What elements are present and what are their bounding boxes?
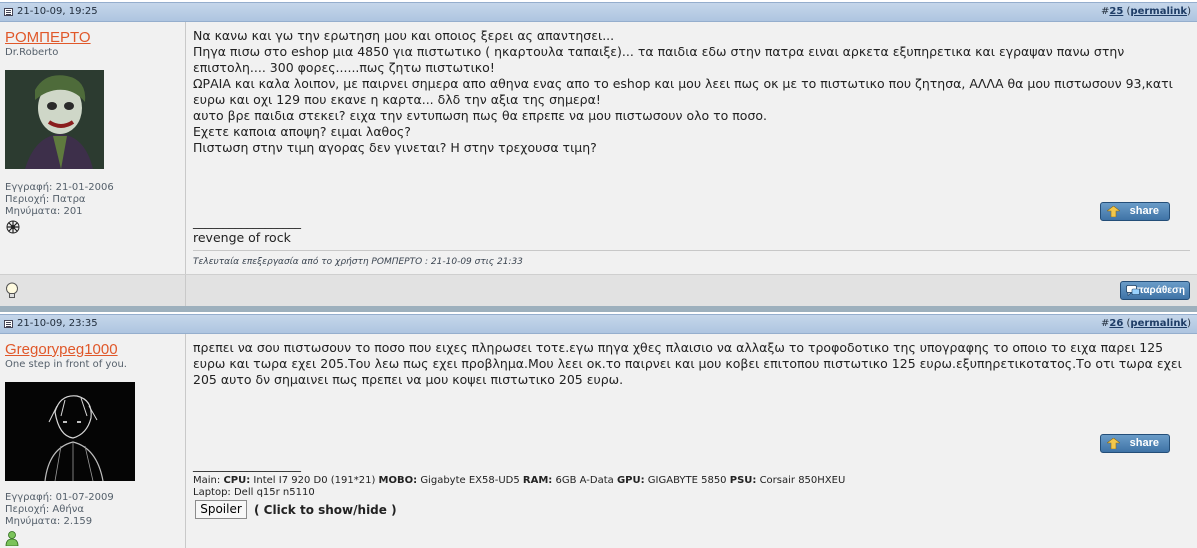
message-line: Πιστωση στην τιμη αγορας δεν γινεται? Η … bbox=[193, 140, 597, 155]
post-icon bbox=[4, 8, 13, 16]
post-number-link[interactable]: #25 (permalink) bbox=[1101, 6, 1191, 17]
signature-text: revenge of rock bbox=[193, 230, 291, 245]
post-header: 21-10-09, 19:25 #25 (permalink) bbox=[0, 2, 1197, 22]
online-status-icon bbox=[5, 531, 19, 546]
edit-divider bbox=[193, 250, 1190, 251]
user-post-count: Μηνύματα: 2.159 bbox=[5, 516, 93, 527]
post-footer: παράθεση bbox=[0, 274, 1197, 306]
mobo-value: Gigabyte EX58-UD5 bbox=[420, 475, 520, 486]
post-date: 21-10-09, 23:35 bbox=[17, 318, 98, 329]
post-number-link[interactable]: #26 (permalink) bbox=[1101, 318, 1191, 329]
edit-note-text: Τελευταία επεξεργασία από το χρήστη ΡΟΜΠ… bbox=[193, 257, 495, 267]
share-label: share bbox=[1129, 205, 1159, 217]
username-link[interactable]: ΡΟΜΠΕΡΤΟ bbox=[5, 29, 91, 46]
post-number[interactable]: 25 bbox=[1109, 6, 1123, 17]
user-location: Περιοχή: Πατρα bbox=[5, 194, 86, 205]
avatar[interactable] bbox=[5, 382, 135, 481]
permalink-link[interactable]: permalink bbox=[1130, 318, 1187, 329]
flower-badge-icon bbox=[6, 220, 20, 234]
post-number[interactable]: 26 bbox=[1109, 318, 1123, 329]
user-registration: Εγγραφή: 01-07-2009 bbox=[5, 492, 114, 503]
footer-sidebar bbox=[0, 275, 186, 306]
user-sidebar: Gregorypeg1000 One step in front of you.… bbox=[0, 334, 186, 548]
signature-specs: Main: CPU: Intel I7 920 D0 (191*21) MOBO… bbox=[193, 475, 845, 499]
signature-separator: __________________ bbox=[193, 215, 301, 229]
edit-time: 21:33 bbox=[496, 257, 523, 267]
user-title: Dr.Roberto bbox=[5, 47, 59, 58]
quote-label: παράθεση bbox=[1136, 285, 1185, 296]
spoiler-hint: ( Click to show/hide ) bbox=[254, 503, 397, 517]
ram-label: RAM: bbox=[522, 475, 553, 486]
post-25: 21-10-09, 19:25 #25 (permalink) ΡΟΜΠΕΡΤΟ… bbox=[0, 0, 1197, 306]
gpu-value: GIGABYTE 5850 bbox=[647, 475, 727, 486]
gpu-label: GPU: bbox=[616, 475, 645, 486]
edit-note: Τελευταία επεξεργασία από το χρήστη ΡΟΜΠ… bbox=[193, 257, 523, 267]
cpu-value: Intel I7 920 D0 (191*21) bbox=[253, 475, 376, 486]
message-line: αυτο βρε παιδια στεκει? ειχα την εντυπωσ… bbox=[193, 108, 767, 123]
specs-main-prefix: Main: bbox=[193, 475, 221, 486]
message-line: πρεπει να σου πιστωσουν το ποσο που ειχε… bbox=[193, 340, 1182, 387]
permalink-link[interactable]: permalink bbox=[1130, 6, 1187, 17]
message-line: ΩΡΑΙΑ και καλα λοιπον, με παιρνει σημερα… bbox=[193, 76, 1173, 107]
specs-main-line: Main: CPU: Intel I7 920 D0 (191*21) MOBO… bbox=[193, 475, 845, 487]
share-button[interactable]: share bbox=[1100, 202, 1170, 221]
cpu-label: CPU: bbox=[223, 475, 251, 486]
share-icon bbox=[1107, 438, 1120, 449]
post-header: 21-10-09, 23:35 #26 (permalink) bbox=[0, 314, 1197, 334]
user-title: One step in front of you. bbox=[5, 359, 127, 370]
lightbulb-icon[interactable] bbox=[5, 282, 19, 300]
post-date: 21-10-09, 19:25 bbox=[17, 6, 98, 17]
username-link[interactable]: Gregorypeg1000 bbox=[5, 341, 118, 358]
post-content: Να κανω και γω την ερωτηση μου και οποιο… bbox=[186, 22, 1197, 274]
specs-laptop-line: Laptop: Dell q15r n5110 bbox=[193, 487, 315, 498]
user-location: Περιοχή: Αθήνα bbox=[5, 504, 84, 515]
post-message: πρεπει να σου πιστωσουν το ποσο που ειχε… bbox=[193, 340, 1188, 388]
share-label: share bbox=[1129, 437, 1159, 449]
message-line: Να κανω και γω την ερωτηση μου και οποιο… bbox=[193, 28, 615, 43]
user-sidebar: ΡΟΜΠΕΡΤΟ Dr.Roberto Εγγραφή: 21-01-2006 … bbox=[0, 22, 186, 274]
quote-icon bbox=[1126, 285, 1140, 296]
psu-label: PSU: bbox=[729, 475, 757, 486]
post-message: Να κανω και γω την ερωτηση μου και οποιο… bbox=[193, 28, 1188, 156]
user-registration: Εγγραφή: 21-01-2006 bbox=[5, 182, 114, 193]
message-line: Πηγα πισω στο eshop μια 4850 για πιστωτι… bbox=[193, 44, 1125, 75]
mobo-label: MOBO: bbox=[378, 475, 418, 486]
share-icon bbox=[1107, 206, 1120, 217]
signature-separator: __________________ bbox=[193, 458, 301, 472]
user-post-count: Μηνύματα: 201 bbox=[5, 206, 83, 217]
user-info: Εγγραφή: 21-01-2006 Περιοχή: Πατρα Μηνύμ… bbox=[5, 182, 114, 218]
quote-button[interactable]: παράθεση bbox=[1120, 281, 1190, 300]
spoiler-button[interactable]: Spoiler bbox=[195, 500, 247, 519]
share-button[interactable]: share bbox=[1100, 434, 1170, 453]
avatar[interactable] bbox=[5, 70, 104, 169]
psu-value: Corsair 850HXEU bbox=[759, 475, 846, 486]
user-info: Εγγραφή: 01-07-2009 Περιοχή: Αθήνα Μηνύμ… bbox=[5, 492, 114, 528]
post-26: 21-10-09, 23:35 #26 (permalink) Gregoryp… bbox=[0, 312, 1197, 548]
ram-value: 6GB A-Data bbox=[555, 475, 614, 486]
message-line: Εχετε καποια αποψη? ειμαι λαθος? bbox=[193, 124, 411, 139]
post-content: πρεπει να σου πιστωσουν το ποσο που ειχε… bbox=[186, 334, 1197, 548]
post-icon bbox=[4, 320, 13, 328]
